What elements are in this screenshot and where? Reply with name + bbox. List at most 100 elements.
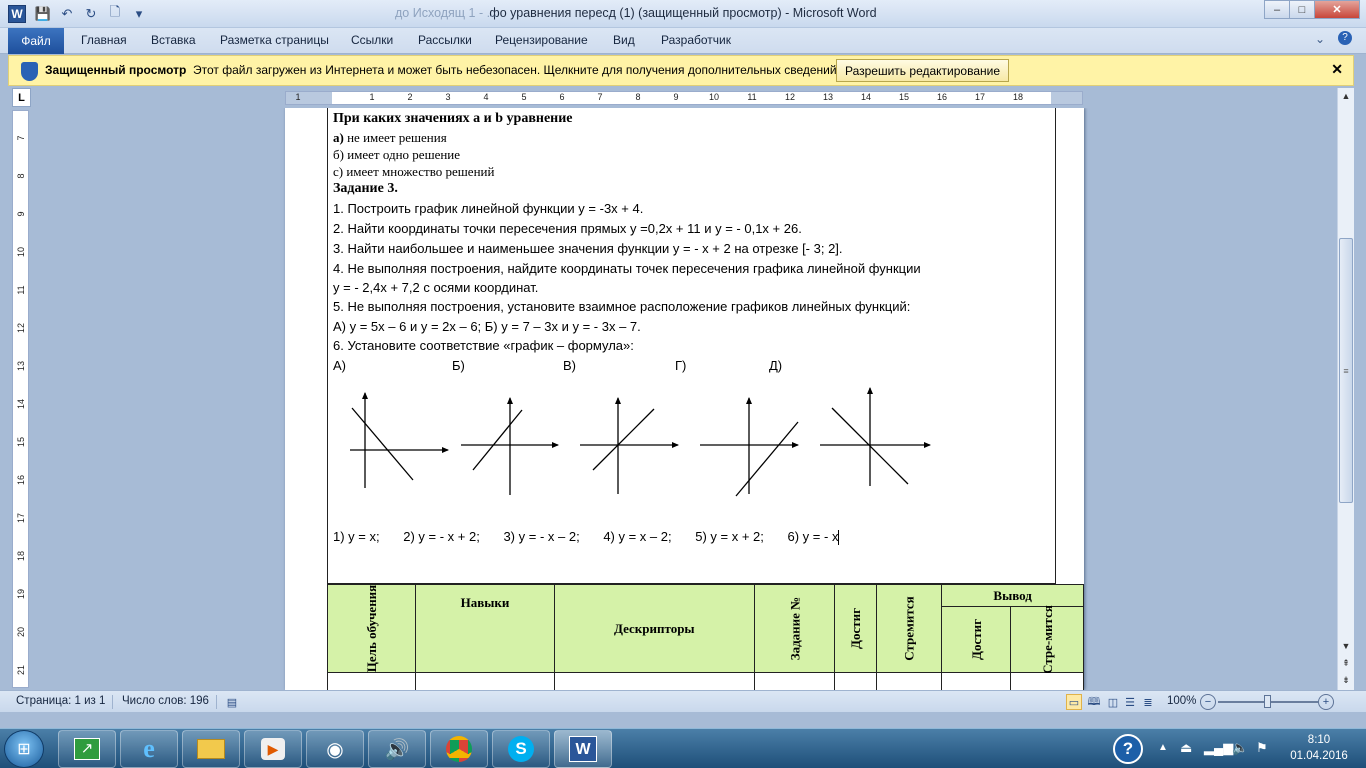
tab-page-layout[interactable]: Разметка страницы — [220, 33, 329, 47]
header-skills: Навыки — [415, 584, 555, 673]
header-achieved: Достиг — [833, 584, 877, 673]
ruler-number: 21 — [16, 665, 26, 676]
close-message-bar-icon[interactable]: ✕ — [1331, 61, 1343, 78]
header-striving: Стремится — [875, 584, 943, 673]
ruler-number: 5 — [521, 92, 527, 102]
flag-icon[interactable]: ⚑ — [1256, 740, 1268, 756]
header-striving-text: Стремится — [901, 595, 917, 661]
tab-review[interactable]: Рецензирование — [495, 33, 588, 47]
macro-recording-icon[interactable]: ▤ — [224, 694, 240, 710]
start-button[interactable]: ⊞ — [4, 730, 44, 768]
protected-view-bar: Защищенный просмотр Этот файл загружен и… — [8, 55, 1354, 86]
clock-date: 01.04.2016 — [1290, 750, 1348, 762]
task-frame: При каких значениях a и b уравнение а) н… — [327, 108, 1056, 584]
tab-developer[interactable]: Разработчик — [661, 33, 731, 47]
document-area[interactable]: При каких значениях a и b уравнение а) н… — [31, 108, 1337, 690]
graph-label-d: Д) — [769, 358, 783, 373]
zoom-level[interactable]: 100% — [1167, 695, 1196, 707]
previous-page-icon[interactable]: ⇞ — [1338, 655, 1354, 671]
web-layout-icon[interactable]: ◫ — [1105, 694, 1121, 710]
ruler-number: 13 — [822, 92, 834, 102]
vertical-ruler[interactable]: 7 8 9 10 11 12 13 14 15 16 17 18 19 20 2… — [12, 110, 29, 688]
window-controls: – □ ✕ — [1264, 0, 1360, 19]
tab-insert[interactable]: Вставка — [151, 33, 196, 47]
draft-icon[interactable]: ≣ — [1140, 694, 1156, 710]
minimize-button[interactable]: – — [1264, 0, 1290, 19]
task-item: 5. Не выполняя построения, установите вз… — [333, 299, 911, 314]
taskbar: ⊞ ↗ e ▶ ◉ 🔊 S W ? ▲ ⏏ ▂▄▆ 🔈 ⚑ 8:10 01.04… — [0, 728, 1366, 768]
print-layout-icon[interactable]: ▭ — [1066, 694, 1082, 710]
scroll-up-icon[interactable]: ▲ — [1338, 88, 1354, 104]
tab-view[interactable]: Вид — [613, 33, 635, 47]
ruler-number: 19 — [16, 589, 26, 600]
maximize-button[interactable]: □ — [1289, 0, 1315, 19]
header-conclusion-striving: Стре-мится — [1010, 604, 1084, 674]
internet-explorer-icon[interactable]: e — [120, 730, 178, 768]
ruler-number: 18 — [1012, 92, 1024, 102]
status-bar: Страница: 1 из 1 Число слов: 196 ▤ ▭ 🕮 ◫… — [0, 690, 1366, 712]
formula-option: 2) y = - x + 2; — [403, 529, 480, 544]
enable-editing-button[interactable]: Разрешить редактирование — [836, 59, 1009, 82]
next-page-icon[interactable]: ⇟ — [1338, 672, 1354, 688]
help-tray-icon[interactable]: ? — [1113, 734, 1143, 764]
graph-g — [700, 397, 799, 497]
skype-icon[interactable]: S — [492, 730, 550, 768]
option-a: а) не имеет решения — [333, 130, 447, 146]
ruler-number: 16 — [936, 92, 948, 102]
zoom-slider-thumb[interactable] — [1264, 695, 1271, 708]
ruler-number: 4 — [483, 92, 489, 102]
outline-icon[interactable]: ☰ — [1122, 694, 1138, 710]
scroll-thumb[interactable]: ≡ — [1339, 238, 1353, 503]
header-goal-text: Цель обучения — [364, 584, 380, 672]
ribbon-tabs: Файл Главная Вставка Разметка страницы С… — [0, 28, 1366, 54]
ruler-number: 20 — [16, 627, 26, 638]
system-clock[interactable]: 8:10 01.04.2016 — [1283, 732, 1355, 764]
header-conclusion-achieved-text: Достиг — [968, 618, 984, 660]
tab-home[interactable]: Главная — [81, 33, 127, 47]
shield-icon — [21, 62, 38, 81]
assessment-table: Цель обучения Навыки Дескрипторы Задание… — [326, 584, 1084, 690]
full-screen-reading-icon[interactable]: 🕮 — [1086, 694, 1102, 710]
media-center-icon[interactable]: ↗ — [58, 730, 116, 768]
close-button[interactable]: ✕ — [1314, 0, 1360, 19]
ruler-number: 8 — [635, 92, 641, 102]
ruler-number: 6 — [559, 92, 565, 102]
vertical-scrollbar[interactable]: ▲ ≡ ▼ ⇞ ⇟ — [1337, 88, 1354, 690]
table-cell — [833, 672, 877, 690]
horizontal-ruler[interactable]: 1 1 2 3 4 5 6 7 8 9 10 11 12 13 14 15 16… — [285, 91, 1083, 105]
table-cell — [415, 672, 555, 690]
ruler-number: 7 — [16, 135, 26, 141]
zoom-out-icon[interactable]: − — [1200, 694, 1216, 710]
help-icon[interactable]: ? — [1338, 31, 1352, 45]
page-count[interactable]: Страница: 1 из 1 — [16, 695, 105, 707]
speaker-icon[interactable]: 🔈 — [1232, 740, 1248, 756]
volume-app-icon[interactable]: 🔊 — [368, 730, 426, 768]
chrome-icon[interactable] — [430, 730, 488, 768]
tab-selector[interactable]: L — [12, 88, 31, 107]
task-3-heading: Задание 3. — [333, 181, 398, 196]
task-item: 1. Построить график линейной функции y =… — [333, 201, 644, 216]
word-taskbar-icon[interactable]: W — [554, 730, 612, 768]
option-b: б) имеет одно решение — [333, 147, 461, 162]
header-conclusion-striving-text: Стре-мится — [1039, 604, 1055, 674]
tab-file[interactable]: Файл — [8, 28, 64, 54]
task-item: 3. Найти наибольшее и наименьшее значени… — [333, 241, 843, 256]
title-bar: W 💾 ↶ ↻ 🗋 ▾ до Исходящ 1 - ... фо уравне… — [0, 0, 1366, 28]
show-hidden-icons-icon[interactable]: ▲ — [1158, 742, 1168, 753]
ribbon-collapse-icon[interactable]: ⌄ — [1315, 32, 1325, 46]
wifi-manager-icon[interactable]: ◉ — [306, 730, 364, 768]
ruler-number: 11 — [16, 285, 26, 295]
tab-references[interactable]: Ссылки — [351, 33, 393, 47]
protected-view-message[interactable]: Этот файл загружен из Интернета и может … — [193, 63, 840, 77]
scroll-down-icon[interactable]: ▼ — [1338, 638, 1354, 654]
tab-mailings[interactable]: Рассылки — [418, 33, 472, 47]
ruler-number: 10 — [708, 92, 720, 102]
usb-icon[interactable]: ⏏ — [1180, 740, 1192, 756]
graph-label-v: В) — [563, 358, 576, 373]
document-page[interactable]: При каких значениях a и b уравнение а) н… — [285, 108, 1084, 690]
media-player-icon[interactable]: ▶ — [244, 730, 302, 768]
zoom-in-icon[interactable]: + — [1318, 694, 1334, 710]
signal-icon[interactable]: ▂▄▆ — [1204, 740, 1233, 756]
file-explorer-icon[interactable] — [182, 730, 240, 768]
word-count[interactable]: Число слов: 196 — [122, 695, 209, 707]
